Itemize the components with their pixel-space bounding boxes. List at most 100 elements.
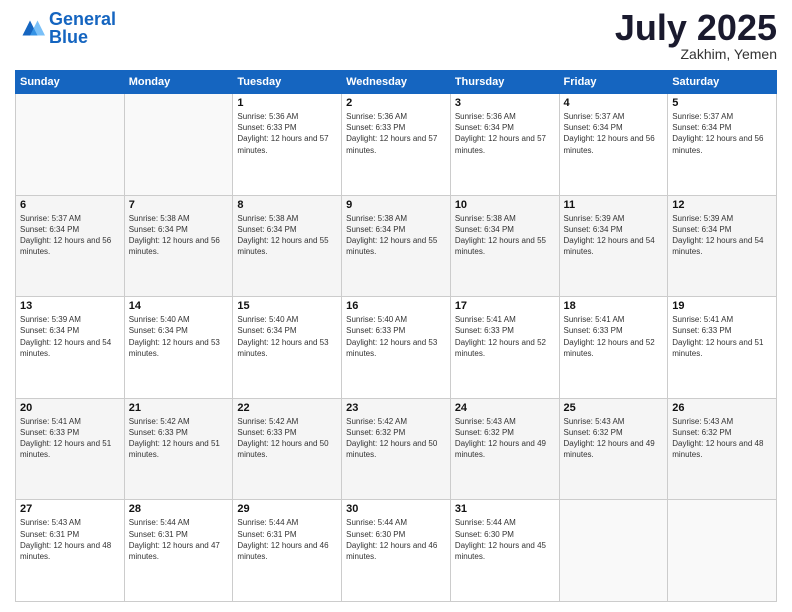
day-info: Sunrise: 5:38 AMSunset: 6:34 PMDaylight:… xyxy=(237,213,337,258)
week-row-5: 27 Sunrise: 5:43 AMSunset: 6:31 PMDayligh… xyxy=(16,500,777,602)
day-header-monday: Monday xyxy=(124,71,233,94)
day-info: Sunrise: 5:44 AMSunset: 6:30 PMDaylight:… xyxy=(455,517,555,562)
day-cell xyxy=(124,94,233,196)
day-info: Sunrise: 5:38 AMSunset: 6:34 PMDaylight:… xyxy=(129,213,229,258)
day-info: Sunrise: 5:39 AMSunset: 6:34 PMDaylight:… xyxy=(672,213,772,258)
day-info: Sunrise: 5:37 AMSunset: 6:34 PMDaylight:… xyxy=(564,111,664,156)
day-info: Sunrise: 5:43 AMSunset: 6:31 PMDaylight:… xyxy=(20,517,120,562)
day-cell xyxy=(559,500,668,602)
day-cell: 15 Sunrise: 5:40 AMSunset: 6:34 PMDayligh… xyxy=(233,297,342,399)
week-row-4: 20Sunrise: 5:41 AMSunset: 6:33 PMDayligh… xyxy=(16,398,777,500)
header-row: SundayMondayTuesdayWednesdayThursdayFrid… xyxy=(16,71,777,94)
day-cell: 2 Sunrise: 5:36 AMSunset: 6:33 PMDaylight… xyxy=(342,94,451,196)
day-cell: 23Sunrise: 5:42 AMSunset: 6:32 PMDayligh… xyxy=(342,398,451,500)
day-cell: 3 Sunrise: 5:36 AMSunset: 6:34 PMDaylight… xyxy=(450,94,559,196)
week-row-3: 13 Sunrise: 5:39 AMSunset: 6:34 PMDayligh… xyxy=(16,297,777,399)
day-cell: 9 Sunrise: 5:38 AMSunset: 6:34 PMDaylight… xyxy=(342,195,451,297)
day-cell: 21 Sunrise: 5:42 AMSunset: 6:33 PMDayligh… xyxy=(124,398,233,500)
day-info: Sunrise: 5:42 AMSunset: 6:32 PMDaylight:… xyxy=(346,416,446,461)
day-cell: 28 Sunrise: 5:44 AMSunset: 6:31 PMDayligh… xyxy=(124,500,233,602)
day-cell: 7Sunrise: 5:38 AMSunset: 6:34 PMDaylight… xyxy=(124,195,233,297)
day-number: 3 xyxy=(455,97,555,109)
day-number: 24 xyxy=(455,402,555,414)
day-info: Sunrise: 5:38 AMSunset: 6:34 PMDaylight:… xyxy=(455,213,555,258)
day-header-thursday: Thursday xyxy=(450,71,559,94)
day-number: 14 xyxy=(129,300,229,312)
day-number: 29 xyxy=(237,503,337,515)
location: Zakhim, Yemen xyxy=(615,46,777,62)
day-info: Sunrise: 5:39 AMSunset: 6:34 PMDaylight:… xyxy=(564,213,664,258)
day-number: 1 xyxy=(237,97,337,109)
day-number: 21 xyxy=(129,402,229,414)
day-cell: 8 Sunrise: 5:38 AMSunset: 6:34 PMDaylight… xyxy=(233,195,342,297)
day-number: 2 xyxy=(346,97,446,109)
day-number: 22 xyxy=(237,402,337,414)
day-number: 5 xyxy=(672,97,772,109)
day-info: Sunrise: 5:36 AMSunset: 6:33 PMDaylight:… xyxy=(237,111,337,156)
day-info: Sunrise: 5:42 AMSunset: 6:33 PMDaylight:… xyxy=(237,416,337,461)
day-cell: 27 Sunrise: 5:43 AMSunset: 6:31 PMDayligh… xyxy=(16,500,125,602)
day-cell: 4 Sunrise: 5:37 AMSunset: 6:34 PMDaylight… xyxy=(559,94,668,196)
day-number: 20 xyxy=(20,402,120,414)
day-info: Sunrise: 5:44 AMSunset: 6:31 PMDaylight:… xyxy=(237,517,337,562)
day-info: Sunrise: 5:43 AMSunset: 6:32 PMDaylight:… xyxy=(564,416,664,461)
day-number: 18 xyxy=(564,300,664,312)
day-number: 11 xyxy=(564,199,664,211)
day-cell: 19Sunrise: 5:41 AMSunset: 6:33 PMDayligh… xyxy=(668,297,777,399)
day-info: Sunrise: 5:43 AMSunset: 6:32 PMDaylight:… xyxy=(672,416,772,461)
day-number: 19 xyxy=(672,300,772,312)
day-number: 8 xyxy=(237,199,337,211)
day-number: 13 xyxy=(20,300,120,312)
day-header-tuesday: Tuesday xyxy=(233,71,342,94)
day-number: 9 xyxy=(346,199,446,211)
day-header-friday: Friday xyxy=(559,71,668,94)
day-info: Sunrise: 5:37 AMSunset: 6:34 PMDaylight:… xyxy=(672,111,772,156)
day-cell: 24 Sunrise: 5:43 AMSunset: 6:32 PMDayligh… xyxy=(450,398,559,500)
day-cell xyxy=(16,94,125,196)
day-cell: 10Sunrise: 5:38 AMSunset: 6:34 PMDayligh… xyxy=(450,195,559,297)
day-info: Sunrise: 5:40 AMSunset: 6:34 PMDaylight:… xyxy=(129,314,229,359)
day-number: 12 xyxy=(672,199,772,211)
day-info: Sunrise: 5:36 AMSunset: 6:33 PMDaylight:… xyxy=(346,111,446,156)
day-number: 27 xyxy=(20,503,120,515)
day-cell: 29 Sunrise: 5:44 AMSunset: 6:31 PMDayligh… xyxy=(233,500,342,602)
day-number: 4 xyxy=(564,97,664,109)
calendar-table: SundayMondayTuesdayWednesdayThursdayFrid… xyxy=(15,70,777,602)
logo: General Blue xyxy=(15,10,116,46)
day-info: Sunrise: 5:41 AMSunset: 6:33 PMDaylight:… xyxy=(564,314,664,359)
day-info: Sunrise: 5:44 AMSunset: 6:31 PMDaylight:… xyxy=(129,517,229,562)
day-cell: 30 Sunrise: 5:44 AMSunset: 6:30 PMDayligh… xyxy=(342,500,451,602)
day-number: 25 xyxy=(564,402,664,414)
day-cell: 25 Sunrise: 5:43 AMSunset: 6:32 PMDayligh… xyxy=(559,398,668,500)
day-cell: 13 Sunrise: 5:39 AMSunset: 6:34 PMDayligh… xyxy=(16,297,125,399)
day-info: Sunrise: 5:43 AMSunset: 6:32 PMDaylight:… xyxy=(455,416,555,461)
week-row-2: 6Sunrise: 5:37 AMSunset: 6:34 PMDaylight… xyxy=(16,195,777,297)
day-cell: 26 Sunrise: 5:43 AMSunset: 6:32 PMDayligh… xyxy=(668,398,777,500)
day-info: Sunrise: 5:39 AMSunset: 6:34 PMDaylight:… xyxy=(20,314,120,359)
logo-blue: Blue xyxy=(49,27,88,47)
day-number: 15 xyxy=(237,300,337,312)
day-number: 26 xyxy=(672,402,772,414)
day-cell: 22 Sunrise: 5:42 AMSunset: 6:33 PMDayligh… xyxy=(233,398,342,500)
day-info: Sunrise: 5:42 AMSunset: 6:33 PMDaylight:… xyxy=(129,416,229,461)
day-number: 17 xyxy=(455,300,555,312)
day-info: Sunrise: 5:41 AMSunset: 6:33 PMDaylight:… xyxy=(455,314,555,359)
day-cell: 17 Sunrise: 5:41 AMSunset: 6:33 PMDayligh… xyxy=(450,297,559,399)
day-number: 30 xyxy=(346,503,446,515)
logo-icon xyxy=(15,13,45,43)
day-number: 6 xyxy=(20,199,120,211)
day-header-wednesday: Wednesday xyxy=(342,71,451,94)
day-info: Sunrise: 5:40 AMSunset: 6:34 PMDaylight:… xyxy=(237,314,337,359)
day-cell: 16Sunrise: 5:40 AMSunset: 6:33 PMDayligh… xyxy=(342,297,451,399)
day-cell: 14 Sunrise: 5:40 AMSunset: 6:34 PMDayligh… xyxy=(124,297,233,399)
day-cell: 31Sunrise: 5:44 AMSunset: 6:30 PMDayligh… xyxy=(450,500,559,602)
header: General Blue July 2025 Zakhim, Yemen xyxy=(15,10,777,62)
day-header-saturday: Saturday xyxy=(668,71,777,94)
day-info: Sunrise: 5:36 AMSunset: 6:34 PMDaylight:… xyxy=(455,111,555,156)
day-number: 28 xyxy=(129,503,229,515)
day-header-sunday: Sunday xyxy=(16,71,125,94)
day-info: Sunrise: 5:40 AMSunset: 6:33 PMDaylight:… xyxy=(346,314,446,359)
day-info: Sunrise: 5:38 AMSunset: 6:34 PMDaylight:… xyxy=(346,213,446,258)
day-cell: 5 Sunrise: 5:37 AMSunset: 6:34 PMDaylight… xyxy=(668,94,777,196)
day-info: Sunrise: 5:44 AMSunset: 6:30 PMDaylight:… xyxy=(346,517,446,562)
